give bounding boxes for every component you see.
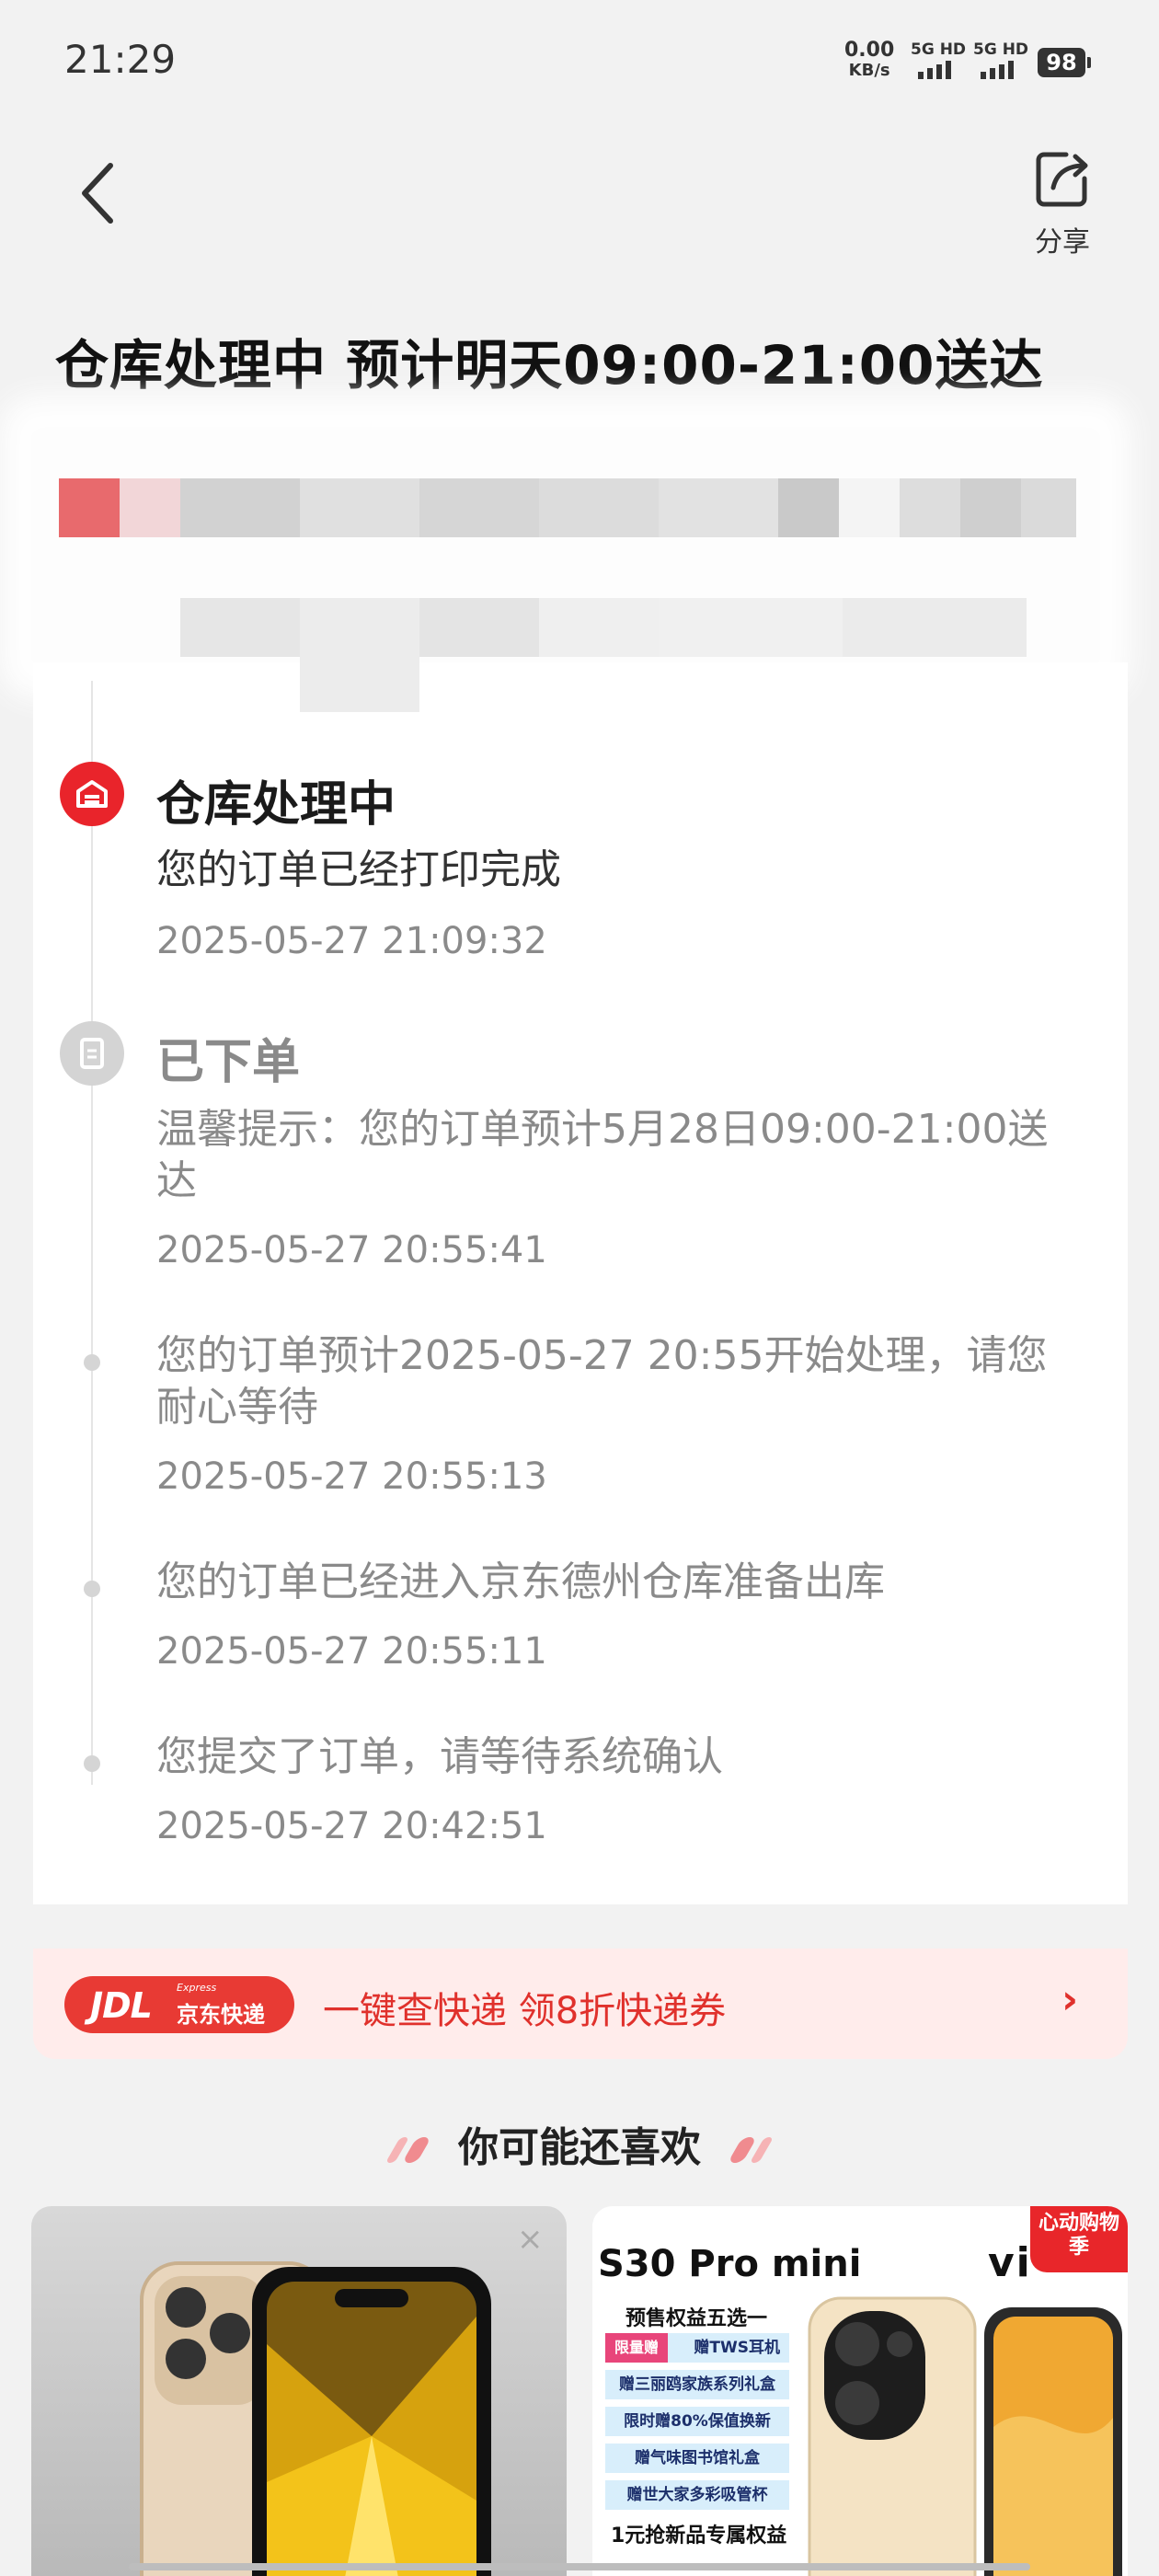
timeline-title-ordered: 已下单	[156, 1035, 301, 1090]
timeline-dot	[84, 1354, 100, 1371]
product-image	[808, 2296, 1122, 2576]
list-item: 限时赠80%保值换新	[605, 2407, 789, 2436]
list-item: 赠气味图书馆礼盒	[605, 2444, 789, 2473]
timeline-dot	[84, 1755, 100, 1772]
promo-badge: 心动购物季	[1030, 2206, 1128, 2272]
battery-icon: 98	[1038, 48, 1091, 77]
network-speed: 0.00 KB/s	[844, 40, 894, 81]
network-speed-value: 0.00	[844, 39, 895, 62]
product-offer-heading: 预售权益五选一	[625, 2307, 768, 2330]
timeline-text: 您提交了订单，请等待系统确认	[156, 1733, 723, 1780]
recommend-title-text: 你可能还喜欢	[458, 2124, 701, 2171]
nav-bar: 分享	[0, 129, 1159, 259]
limited-tag: 限量赠	[605, 2333, 668, 2363]
share-icon	[1036, 152, 1088, 207]
timeline-text: 您的订单已经打印完成	[156, 846, 561, 893]
jdl-logo-cn: 京东快递	[177, 2002, 265, 2028]
signal-1-icon: 5G HD	[911, 40, 970, 85]
product-card-phone[interactable]: ×	[31, 2206, 567, 2576]
timeline-line	[91, 681, 93, 1785]
product-image	[140, 2261, 491, 2576]
timeline-time: 2025-05-27 20:55:11	[156, 1630, 547, 1673]
sim2-label: 5G HD	[973, 40, 1029, 59]
list-item: 赠三丽鸥家族系列礼盒	[605, 2370, 789, 2399]
product-card-vivo[interactable]: S30 Pro mini vi 心动购物季 预售权益五选一 限量赠 赠TWS耳机…	[592, 2206, 1128, 2576]
redacted-address-block	[0, 368, 1159, 727]
product-promo-footer: 1元抢新品专属权益	[611, 2524, 787, 2547]
signal-2-icon: 5G HD	[973, 40, 1032, 85]
home-indicator[interactable]	[129, 2563, 1030, 2570]
timeline-time: 2025-05-27 20:42:51	[156, 1805, 547, 1847]
share-button[interactable]: 分享	[1021, 140, 1104, 259]
recommend-section-title: 你可能还喜欢	[0, 2114, 1159, 2173]
list-item: 限量赠 赠TWS耳机	[605, 2333, 789, 2363]
share-label: 分享	[1035, 226, 1090, 259]
timeline-dot	[84, 1581, 100, 1597]
timeline-time: 2025-05-27 21:09:32	[156, 920, 547, 962]
express-promo-banner[interactable]: JDL Express 京东快递 一键查快递 领8折快递券 ›	[33, 1949, 1128, 2059]
timeline-text: 您的订单已经进入京东德州仓库准备出库	[156, 1558, 885, 1605]
status-time: 21:29	[64, 37, 177, 82]
product-offer-list: 限量赠 赠TWS耳机 赠三丽鸥家族系列礼盒 限时赠80%保值换新 赠气味图书馆礼…	[605, 2333, 789, 2517]
sim1-label: 5G HD	[911, 40, 967, 59]
list-item: 赠世大家多彩吸管杯	[605, 2480, 789, 2510]
order-icon	[60, 1021, 124, 1086]
timeline-text: 您的订单预计2025-05-27 20:55开始处理，请您耐心等待	[156, 1332, 1048, 1431]
jdl-logo-main: JDL	[90, 1985, 153, 2026]
jdl-logo-express: Express	[177, 1982, 217, 1994]
back-button[interactable]	[72, 156, 127, 230]
warehouse-icon	[60, 762, 124, 826]
jdl-logo: JDL Express 京东快递	[64, 1976, 294, 2033]
network-speed-unit: KB/s	[848, 61, 890, 80]
chevron-right-icon: ›	[1061, 1976, 1079, 2023]
sparkle-icon	[728, 2124, 775, 2171]
timeline-text: 温馨提示：您的订单预计5月28日09:00-21:00送达	[156, 1106, 1049, 1204]
status-bar: 21:29 0.00 KB/s 5G HD 5G HD 98	[0, 0, 1159, 120]
timeline-title-warehouse: 仓库处理中	[156, 777, 396, 833]
sparkle-icon	[384, 2124, 442, 2171]
promo-text: 一键查快递 领8折快递券	[323, 1990, 727, 2032]
timeline-time: 2025-05-27 20:55:13	[156, 1455, 547, 1498]
timeline-time: 2025-05-27 20:55:41	[156, 1229, 547, 1271]
chevron-left-icon	[82, 163, 113, 224]
